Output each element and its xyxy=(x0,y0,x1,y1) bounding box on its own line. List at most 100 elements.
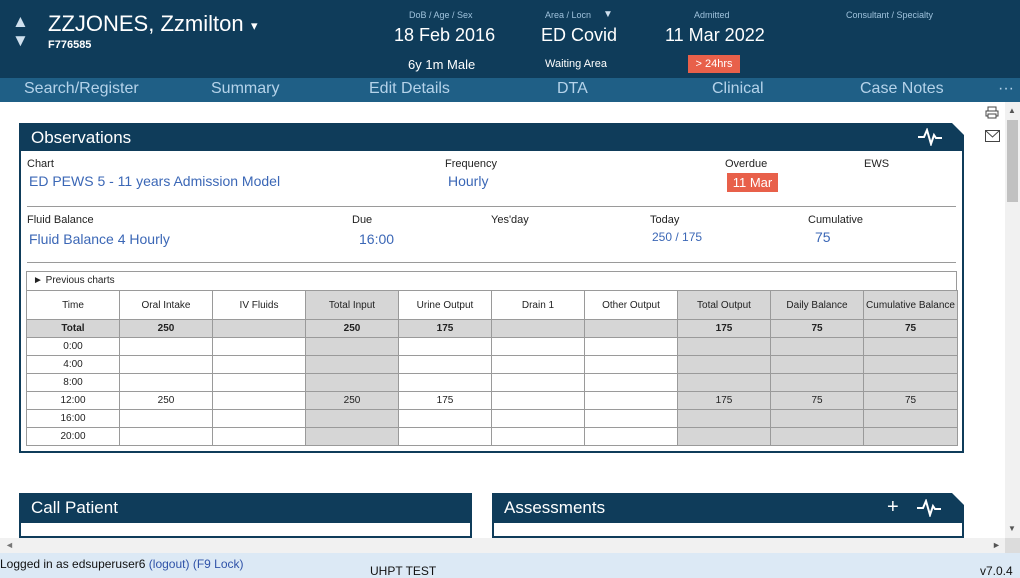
nav-case-notes[interactable]: Case Notes xyxy=(860,80,944,98)
yesterday-label: Yes'day xyxy=(491,214,529,226)
table-cell xyxy=(212,373,306,392)
chart-link[interactable]: ED PEWS 5 - 11 years Admission Model xyxy=(29,173,280,189)
total-row: Total 250 250 175 175 75 75 xyxy=(26,319,958,338)
nav-search-register[interactable]: Search/Register xyxy=(24,80,139,98)
table-cell xyxy=(119,355,213,374)
email-icon[interactable] xyxy=(985,130,1001,144)
table-cell xyxy=(491,337,585,356)
table-cell xyxy=(119,337,213,356)
patient-name[interactable]: ZZJONES, Zzmilton xyxy=(48,11,244,37)
logout-link[interactable]: (logout) xyxy=(149,557,190,571)
area-dropdown-icon[interactable]: ▼ xyxy=(603,9,613,20)
divider xyxy=(27,206,956,207)
scroll-thumb[interactable] xyxy=(1007,120,1018,202)
table-cell: 8:00 xyxy=(26,373,120,392)
due-value: 16:00 xyxy=(359,231,395,247)
area-label: Area / Locn xyxy=(545,10,592,20)
table-cell: Total xyxy=(26,319,120,338)
status-bar: Logged in as edsuperuser6 (logout) (F9 L… xyxy=(0,553,1020,578)
table-cell xyxy=(491,409,585,428)
table-cell: 175 xyxy=(398,391,492,410)
table-cell xyxy=(398,337,492,356)
frequency-link[interactable]: Hourly xyxy=(448,173,488,189)
table-cell: 250 xyxy=(119,391,213,410)
table-cell xyxy=(863,409,958,428)
table-cell xyxy=(119,427,213,446)
column-header: Time xyxy=(26,290,120,320)
panel-corner-icon[interactable] xyxy=(952,123,964,135)
scroll-up-icon[interactable]: ▲ xyxy=(1008,106,1016,115)
patient-id: F776585 xyxy=(48,39,92,51)
column-header: Daily Balance xyxy=(770,290,864,320)
scroll-down-icon[interactable]: ▼ xyxy=(1008,524,1016,533)
fluid-balance-link[interactable]: Fluid Balance 4 Hourly xyxy=(29,231,170,247)
nav-more-icon[interactable]: ··· xyxy=(998,80,1014,98)
frequency-label: Frequency xyxy=(445,158,497,170)
divider xyxy=(27,262,956,263)
nav-dta[interactable]: DTA xyxy=(557,80,588,98)
next-patient-icon[interactable]: ▼ xyxy=(12,31,32,50)
admitted-duration-badge: > 24hrs xyxy=(688,55,740,73)
table-cell xyxy=(584,373,678,392)
main-nav: Search/Register Summary Edit Details DTA… xyxy=(0,78,1020,102)
table-cell xyxy=(770,337,864,356)
table-row: 0:00 xyxy=(26,337,958,356)
table-cell xyxy=(770,355,864,374)
assessments-header: Assessments + xyxy=(492,493,964,523)
panel-corner-icon[interactable] xyxy=(952,493,964,505)
table-cell: 75 xyxy=(770,319,864,338)
table-cell: 0:00 xyxy=(26,337,120,356)
table-cell xyxy=(863,355,958,374)
due-label: Due xyxy=(352,214,373,226)
today-label: Today xyxy=(650,214,680,226)
table-cell xyxy=(119,373,213,392)
table-cell xyxy=(584,427,678,446)
table-cell xyxy=(305,337,399,356)
cumulative-label: Cumulative xyxy=(808,214,864,226)
table-cell: 250 xyxy=(119,319,213,338)
table-cell xyxy=(584,319,678,338)
table-cell xyxy=(491,355,585,374)
nav-edit-details[interactable]: Edit Details xyxy=(369,80,450,98)
previous-patient-icon[interactable]: ▲ xyxy=(12,12,32,31)
column-header: Oral Intake xyxy=(119,290,213,320)
lock-shortcut-link[interactable]: (F9 xyxy=(193,557,211,571)
previous-charts-toggle[interactable]: ► Previous charts xyxy=(26,271,957,291)
nav-summary[interactable]: Summary xyxy=(211,80,279,98)
table-cell xyxy=(398,427,492,446)
table-cell xyxy=(584,391,678,410)
table-cell xyxy=(491,319,585,338)
table-cell xyxy=(677,373,771,392)
column-header: Other Output xyxy=(584,290,678,320)
vitals-chart-icon[interactable] xyxy=(917,127,943,151)
vertical-scrollbar[interactable]: ▲ ▼ xyxy=(1005,102,1020,538)
patient-menu-caret-icon[interactable]: ▾ xyxy=(251,18,258,34)
table-cell xyxy=(398,373,492,392)
call-patient-header: Call Patient xyxy=(19,493,472,523)
table-cell: 4:00 xyxy=(26,355,120,374)
scroll-right-icon[interactable]: ► xyxy=(992,540,1001,550)
print-icon[interactable] xyxy=(985,106,1001,120)
lock-link[interactable]: Lock) xyxy=(214,557,243,571)
logged-in-text: Logged in as edsuperuser6 xyxy=(0,557,146,571)
table-cell xyxy=(770,373,864,392)
table-cell xyxy=(212,337,306,356)
table-row: 8:00 xyxy=(26,373,958,392)
ews-label: EWS xyxy=(864,158,890,170)
table-cell xyxy=(491,427,585,446)
table-cell: 20:00 xyxy=(26,427,120,446)
table-cell: 175 xyxy=(677,391,771,410)
table-cell: 250 xyxy=(305,319,399,338)
scroll-left-icon[interactable]: ◄ xyxy=(5,540,14,550)
nav-clinical[interactable]: Clinical xyxy=(712,80,764,98)
table-cell xyxy=(491,391,585,410)
table-cell xyxy=(212,391,306,410)
table-cell xyxy=(770,427,864,446)
horizontal-scrollbar[interactable]: ◄ ► xyxy=(0,538,1005,553)
table-cell xyxy=(305,355,399,374)
assessments-chart-icon[interactable] xyxy=(916,498,942,522)
table-cell xyxy=(770,409,864,428)
table-cell: 12:00 xyxy=(26,391,120,410)
table-cell xyxy=(584,355,678,374)
add-assessment-icon[interactable]: + xyxy=(887,496,899,519)
